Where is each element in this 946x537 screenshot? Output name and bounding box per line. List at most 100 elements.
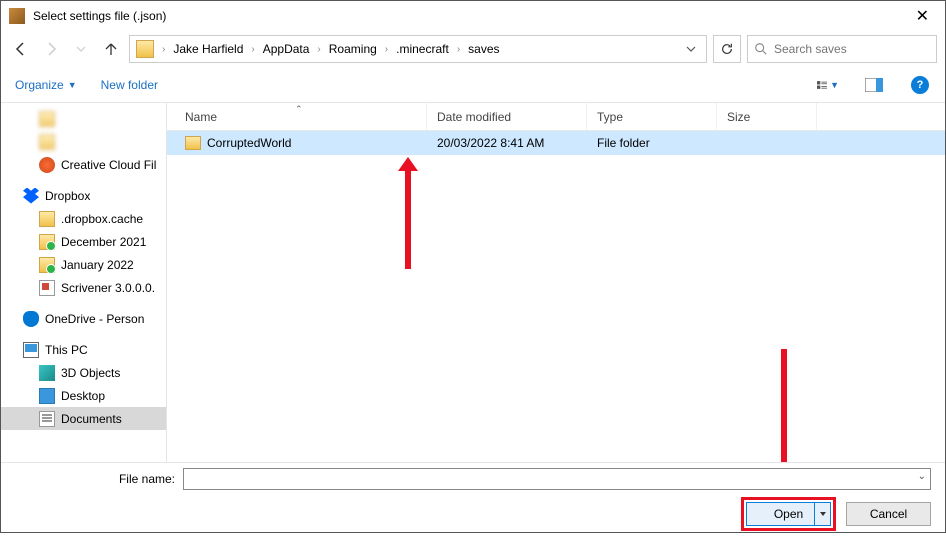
chevron-icon[interactable]: ›	[455, 44, 462, 55]
sidebar-item-3dobjects[interactable]: 3D Objects	[1, 361, 166, 384]
dropbox-icon	[23, 188, 39, 204]
filename-input[interactable]: ⌄	[183, 468, 931, 490]
folder-icon	[39, 211, 55, 227]
sidebar-item-onedrive[interactable]: OneDrive - Person	[1, 307, 166, 330]
folder-icon	[39, 134, 55, 150]
search-box[interactable]	[747, 35, 937, 63]
sidebar-item-label: Desktop	[61, 389, 105, 403]
sidebar-item-label: OneDrive - Person	[45, 312, 144, 326]
preview-pane-button[interactable]	[863, 74, 885, 96]
filename-row: File name: ⌄	[1, 463, 945, 491]
sidebar-item-dropbox[interactable]: Dropbox	[1, 184, 166, 207]
filename-field[interactable]	[188, 469, 910, 489]
file-name: CorruptedWorld	[207, 136, 291, 150]
view-button[interactable]: ▼	[817, 74, 839, 96]
help-button[interactable]: ?	[909, 74, 931, 96]
help-icon: ?	[911, 76, 929, 94]
chevron-icon[interactable]: ›	[160, 44, 167, 55]
sidebar-item[interactable]: January 2022	[1, 253, 166, 276]
nav-row: › Jake Harfield › AppData › Roaming › .m…	[1, 31, 945, 67]
sidebar-item[interactable]	[1, 130, 166, 153]
titlebar: Select settings file (.json) ✕	[1, 1, 945, 31]
forward-button[interactable]	[39, 37, 63, 61]
column-header-date[interactable]: Date modified	[427, 103, 587, 130]
app-icon	[9, 8, 25, 24]
column-header-size[interactable]: Size	[717, 103, 817, 130]
open-button[interactable]: Open	[746, 502, 831, 526]
recent-dropdown-icon[interactable]	[69, 37, 93, 61]
folder-icon	[185, 136, 201, 150]
newfolder-label: New folder	[101, 78, 158, 92]
window-title: Select settings file (.json)	[33, 9, 908, 23]
sidebar-item[interactable]: .dropbox.cache	[1, 207, 166, 230]
sidebar-item-label: Creative Cloud Fil	[61, 158, 156, 172]
file-list: ⌃ Name Date modified Type Size Corrupted…	[166, 103, 945, 462]
sidebar-item-label: 3D Objects	[61, 366, 120, 380]
button-row: Open Cancel	[1, 491, 945, 537]
organize-label: Organize	[15, 78, 64, 92]
bottom-panel: File name: ⌄ Open Cancel	[1, 462, 945, 532]
back-button[interactable]	[9, 37, 33, 61]
toolbar: Organize ▼ New folder ▼ ?	[1, 67, 945, 103]
folder-icon	[39, 111, 55, 127]
sidebar-item-thispc[interactable]: This PC	[1, 338, 166, 361]
breadcrumb[interactable]: AppData	[259, 40, 314, 58]
breadcrumb[interactable]: saves	[464, 40, 503, 58]
scrivener-icon	[39, 280, 55, 296]
file-date-cell: 20/03/2022 8:41 AM	[427, 136, 587, 150]
open-split-dropdown[interactable]	[814, 503, 830, 525]
address-bar[interactable]: › Jake Harfield › AppData › Roaming › .m…	[129, 35, 707, 63]
sidebar-item-label: .dropbox.cache	[61, 212, 143, 226]
chevron-down-icon[interactable]: ⌄	[918, 471, 926, 482]
cancel-button[interactable]: Cancel	[846, 502, 931, 526]
refresh-button[interactable]	[713, 35, 741, 63]
annotation-highlight: Open	[741, 497, 836, 531]
breadcrumb[interactable]: .minecraft	[392, 40, 453, 58]
search-icon	[754, 42, 768, 56]
folder-sync-icon	[39, 257, 55, 273]
sidebar-item[interactable]	[1, 107, 166, 130]
search-input[interactable]	[774, 42, 930, 56]
documents-icon	[39, 411, 55, 427]
breadcrumb[interactable]: Jake Harfield	[169, 40, 247, 58]
up-button[interactable]	[99, 37, 123, 61]
sidebar-item-desktop[interactable]: Desktop	[1, 384, 166, 407]
sidebar-item-label: Documents	[61, 412, 122, 426]
newfolder-button[interactable]: New folder	[101, 78, 158, 92]
open-label: Open	[774, 507, 803, 521]
chevron-down-icon: ▼	[68, 80, 77, 90]
chevron-icon[interactable]: ›	[249, 44, 256, 55]
sidebar-item-documents[interactable]: Documents	[1, 407, 166, 430]
onedrive-icon	[23, 311, 39, 327]
close-icon[interactable]: ✕	[908, 6, 937, 26]
desktop-icon	[39, 388, 55, 404]
pc-icon	[23, 342, 39, 358]
column-header-type[interactable]: Type	[587, 103, 717, 130]
breadcrumb[interactable]: Roaming	[325, 40, 381, 58]
sidebar-item-label: Scrivener 3.0.0.0.	[61, 281, 155, 295]
folder-sync-icon	[39, 234, 55, 250]
cancel-label: Cancel	[870, 507, 907, 521]
creativecloud-icon	[39, 157, 55, 173]
address-dropdown-icon[interactable]	[682, 44, 700, 54]
main-area: Creative Cloud Fil Dropbox .dropbox.cach…	[1, 103, 945, 462]
sidebar-item-label: Dropbox	[45, 189, 90, 203]
chevron-icon[interactable]: ›	[315, 44, 322, 55]
chevron-down-icon: ▼	[830, 80, 839, 90]
sidebar-item-scrivener[interactable]: Scrivener 3.0.0.0.	[1, 276, 166, 299]
sidebar-item-label: December 2021	[61, 235, 146, 249]
chevron-icon[interactable]: ›	[383, 44, 390, 55]
column-headers: ⌃ Name Date modified Type Size	[167, 103, 945, 131]
sidebar: Creative Cloud Fil Dropbox .dropbox.cach…	[1, 103, 166, 462]
sidebar-item-label: January 2022	[61, 258, 134, 272]
sidebar-item-label: This PC	[45, 343, 88, 357]
sidebar-item-creativecloud[interactable]: Creative Cloud Fil	[1, 153, 166, 176]
sidebar-item[interactable]: December 2021	[1, 230, 166, 253]
file-name-cell: CorruptedWorld	[167, 136, 427, 150]
annotation-arrow	[405, 169, 411, 269]
organize-button[interactable]: Organize ▼	[15, 78, 77, 92]
sort-indicator-icon: ⌃	[295, 104, 303, 115]
file-type-cell: File folder	[587, 136, 717, 150]
annotation-arrow	[781, 349, 787, 469]
file-row[interactable]: CorruptedWorld 20/03/2022 8:41 AM File f…	[167, 131, 945, 155]
